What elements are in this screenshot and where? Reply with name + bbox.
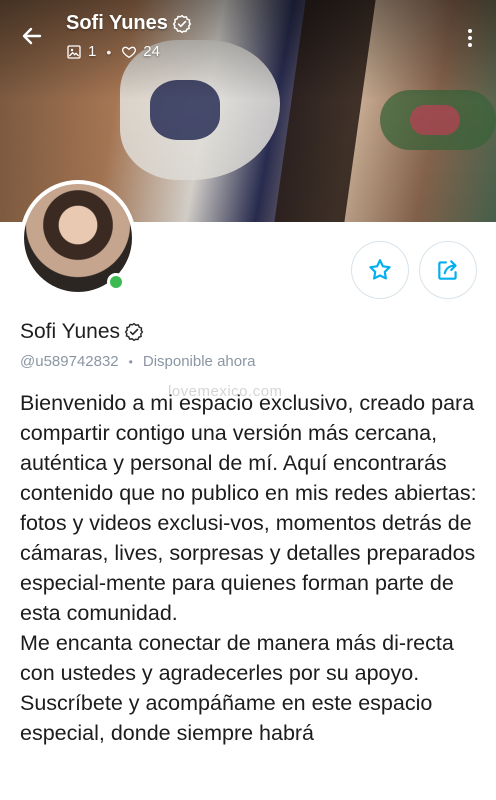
separator-dot: • bbox=[128, 354, 133, 369]
page-title-text: Sofi Yunes bbox=[66, 12, 168, 34]
share-button[interactable] bbox=[419, 241, 477, 299]
online-status-indicator bbox=[107, 273, 125, 291]
availability-status: Disponible ahora bbox=[142, 353, 256, 370]
heart-icon bbox=[122, 46, 137, 58]
verified-badge-icon bbox=[124, 322, 144, 342]
profile-bio: Bienvenido a mi espacio exclusivo, cread… bbox=[20, 388, 482, 748]
bio-paragraph: Bienvenido a mi espacio exclusivo, cread… bbox=[20, 391, 477, 625]
media-count: 1 bbox=[88, 43, 97, 60]
more-options-button[interactable] bbox=[460, 24, 480, 52]
image-icon bbox=[67, 44, 81, 59]
separator-dot: • bbox=[106, 43, 112, 60]
add-to-favorites-button[interactable] bbox=[351, 241, 409, 299]
profile-name-text: Sofi Yunes bbox=[20, 320, 121, 343]
verified-badge-icon bbox=[172, 14, 192, 33]
top-bar: Sofi Yunes 1 • 24 bbox=[0, 0, 496, 80]
share-icon bbox=[438, 260, 457, 280]
arrow-left-icon bbox=[22, 27, 42, 45]
likes-count: 24 bbox=[143, 43, 160, 60]
profile-stats: 1 • 24 bbox=[66, 43, 160, 60]
back-button[interactable] bbox=[18, 22, 46, 50]
profile-handle: @u589742832 bbox=[20, 353, 119, 370]
bio-paragraph: Me encanta conectar de manera más di-rec… bbox=[20, 631, 454, 745]
profile-meta: @u589742832 • Disponible ahora bbox=[20, 353, 255, 370]
profile-name: Sofi Yunes bbox=[20, 320, 144, 344]
more-vertical-icon bbox=[468, 29, 472, 47]
star-icon bbox=[369, 259, 391, 280]
page-title: Sofi Yunes bbox=[66, 12, 192, 35]
